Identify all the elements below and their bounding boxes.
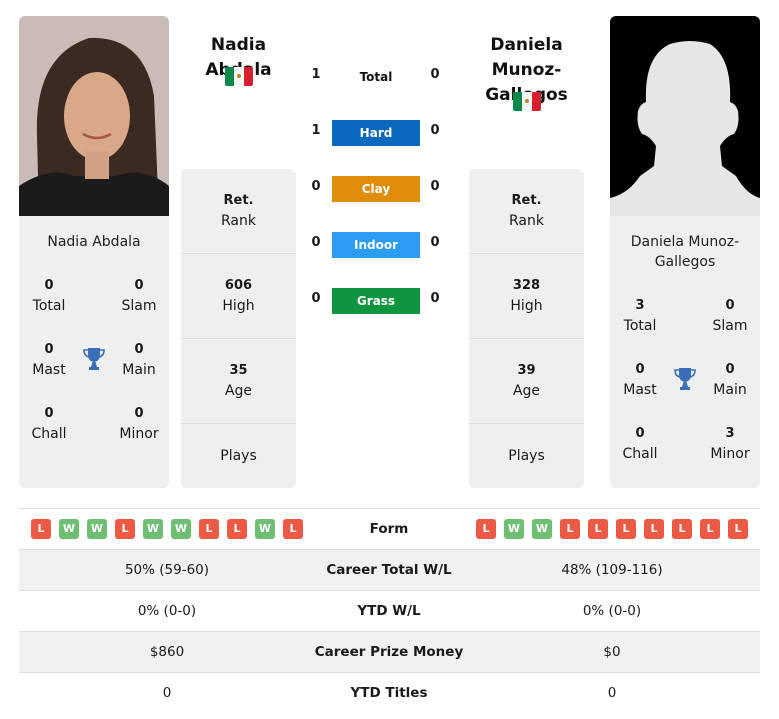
form-loss-badge: L (560, 519, 580, 539)
player2-titles-slam: 0 Slam (712, 298, 748, 334)
form-win-badge: W (171, 519, 191, 539)
player2-plays: Plays (508, 448, 545, 464)
player1-titles-chall: 0 Chall (31, 406, 67, 442)
career-wl-row: 50% (59-60) Career Total W/L 48% (109-11… (19, 549, 760, 590)
player2-rank-panel: Ret. Rank 328 High 39 Age Plays (469, 169, 584, 488)
form-win-badge: W (143, 519, 163, 539)
player1-titles-total: 0 Total (32, 278, 66, 314)
player1-age: 35 Age (224, 363, 253, 399)
h2h-hard-p2: 0 (430, 123, 440, 138)
player1-prize-money: $860 (149, 644, 185, 660)
player2-card-name: Daniela Munoz- Gallegos (630, 234, 740, 270)
h2h-indoor-p1: 0 (311, 235, 321, 250)
player1-titles-slam: 0 Slam (121, 278, 157, 314)
prize-money-label: Career Prize Money (314, 644, 464, 660)
ytd-titles-label: YTD Titles (350, 685, 428, 701)
h2h-indoor-p2: 0 (430, 235, 440, 250)
divider (469, 423, 584, 424)
player2-titles-mast: 0 Mast (623, 362, 657, 398)
player1-photo (19, 16, 169, 216)
player2-ytd-wl: 0% (0-0) (582, 603, 642, 619)
player2-card: Daniela Munoz- Gallegos 3 Total 0 Slam 0… (610, 16, 760, 488)
trophy-icon (674, 368, 696, 390)
player1-form-badges: LWWLWWLLWL (31, 519, 303, 539)
player2-career-wl: 48% (109-116) (561, 562, 663, 578)
ytd-wl-label: YTD W/L (357, 603, 421, 619)
player1-ytd-wl: 0% (0-0) (137, 603, 197, 619)
player1-career-wl: 50% (59-60) (124, 562, 210, 578)
player1-card-name: Nadia Abdala (47, 234, 141, 250)
surface-grass-badge[interactable]: Grass (332, 288, 420, 314)
player2-titles-minor: 3 Minor (710, 426, 750, 462)
form-loss-badge: L (700, 519, 720, 539)
player2-prize-money: $0 (603, 644, 621, 660)
player1-rank: Ret. Rank (221, 193, 256, 229)
player1-ytd-titles: 0 (162, 685, 172, 701)
form-loss-badge: L (115, 519, 135, 539)
player2-ytd-titles: 0 (607, 685, 617, 701)
player1-titles-mast: 0 Mast (32, 342, 66, 378)
player1-rank-panel: Ret. Rank 606 High 35 Age Plays (181, 169, 296, 488)
career-wl-label: Career Total W/L (326, 562, 452, 578)
divider (181, 338, 296, 339)
player1-titles-main: 0 Main (122, 342, 156, 378)
surface-indoor-badge[interactable]: Indoor (332, 232, 420, 258)
ytd-wl-row: 0% (0-0) YTD W/L 0% (0-0) (19, 590, 760, 631)
form-win-badge: W (504, 519, 524, 539)
form-win-badge: W (59, 519, 79, 539)
divider (469, 338, 584, 339)
player2-form-badges: LWWLLLLLLL (476, 519, 748, 539)
player2-titles-total: 3 Total (623, 298, 657, 334)
form-loss-badge: L (227, 519, 247, 539)
form-win-badge: W (87, 519, 107, 539)
form-loss-badge: L (199, 519, 219, 539)
form-loss-badge: L (476, 519, 496, 539)
player1-high: 606 High (222, 278, 255, 314)
form-label: Form (369, 521, 409, 537)
player2-high: 328 High (510, 278, 543, 314)
form-win-badge: W (532, 519, 552, 539)
h2h-clay-p2: 0 (430, 179, 440, 194)
form-row: LWWLWWLLWL Form LWWLLLLLLL (19, 508, 760, 549)
h2h-total-p1: 1 (311, 67, 321, 82)
mexico-flag-icon (225, 67, 253, 86)
form-loss-badge: L (672, 519, 692, 539)
form-loss-badge: L (728, 519, 748, 539)
divider (469, 253, 584, 254)
h2h-clay-p1: 0 (311, 179, 321, 194)
player1-card: Nadia Abdala 0 Total 0 Slam 0 Mast 0 Mai… (19, 16, 169, 488)
trophy-icon (83, 348, 105, 370)
player2-rank: Ret. Rank (509, 193, 544, 229)
form-win-badge: W (255, 519, 275, 539)
divider (181, 253, 296, 254)
h2h-grass-p1: 0 (311, 291, 321, 306)
h2h-total-label: Total (359, 70, 393, 84)
player2-age: 39 Age (512, 363, 541, 399)
prize-money-row: $860 Career Prize Money $0 (19, 631, 760, 672)
form-loss-badge: L (588, 519, 608, 539)
player1-titles-minor: 0 Minor (119, 406, 159, 442)
ytd-titles-row: 0 YTD Titles 0 (19, 672, 760, 713)
divider (181, 423, 296, 424)
h2h-total-p2: 0 (430, 67, 440, 82)
form-loss-badge: L (644, 519, 664, 539)
player2-titles-chall: 0 Chall (622, 426, 658, 462)
silhouette-placeholder-icon (610, 16, 760, 216)
player1-plays: Plays (220, 448, 257, 464)
surface-clay-badge[interactable]: Clay (332, 176, 420, 202)
form-loss-badge: L (31, 519, 51, 539)
mexico-flag-icon (513, 92, 541, 111)
h2h-hard-p1: 1 (311, 123, 321, 138)
surface-hard-badge[interactable]: Hard (332, 120, 420, 146)
player2-titles-main: 0 Main (713, 362, 747, 398)
form-loss-badge: L (616, 519, 636, 539)
h2h-grass-p2: 0 (430, 291, 440, 306)
